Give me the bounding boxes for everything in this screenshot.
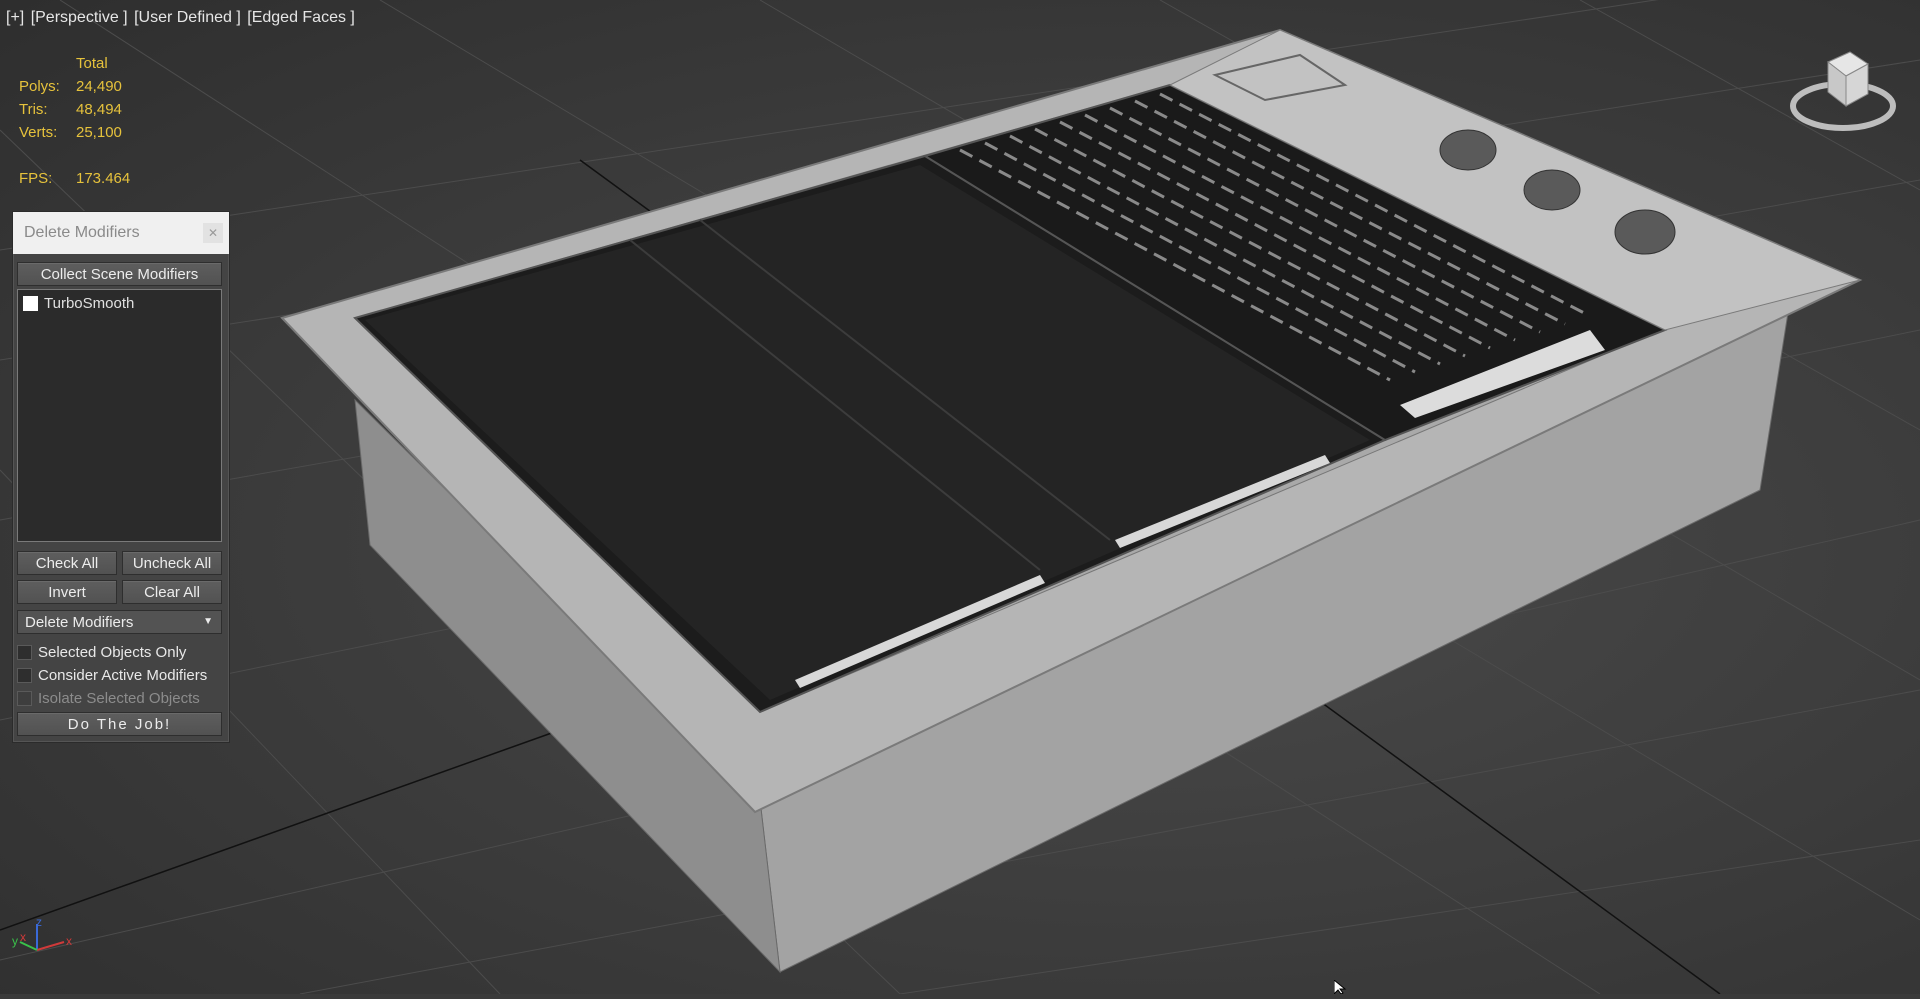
panel-titlebar[interactable]: Delete Modifiers ✕ xyxy=(13,212,229,254)
checkbox-label: Consider Active Modifiers xyxy=(38,667,208,684)
action-dropdown[interactable]: Delete Modifiers ▼ xyxy=(17,610,222,634)
scene-render[interactable] xyxy=(0,0,1920,994)
consider-active-modifiers-checkbox[interactable]: Consider Active Modifiers xyxy=(17,667,207,684)
axis-x-label: x xyxy=(20,930,26,944)
delete-modifiers-panel: Delete Modifiers ✕ Collect Scene Modifie… xyxy=(12,211,230,743)
stats-fps-label: FPS: xyxy=(19,170,53,187)
invert-button[interactable]: Invert xyxy=(17,580,117,604)
mouse-cursor-icon xyxy=(1333,978,1348,999)
collect-scene-modifiers-button[interactable]: Collect Scene Modifiers xyxy=(17,262,222,286)
checkbox-label: Selected Objects Only xyxy=(38,644,187,661)
viewport-shading-menu[interactable]: [User Defined ] xyxy=(134,9,241,26)
checkbox-box[interactable] xyxy=(17,645,32,660)
action-dropdown-value: Delete Modifiers xyxy=(25,613,134,631)
selected-objects-only-checkbox[interactable]: Selected Objects Only xyxy=(17,644,186,661)
checkbox-box xyxy=(17,691,32,706)
modifier-label: TurboSmooth xyxy=(44,294,135,312)
axis-y-label: y xyxy=(12,934,18,948)
viewport-edged-faces-menu[interactable]: [Edged Faces ] xyxy=(247,9,355,26)
axis-x-label-right: x xyxy=(66,934,72,948)
list-item[interactable]: TurboSmooth xyxy=(18,292,221,314)
viewport-label-menu[interactable]: [+] [Perspective ] [User Defined ] [Edge… xyxy=(6,9,357,27)
axis-z-label: z xyxy=(36,915,42,929)
modifier-checkbox[interactable] xyxy=(23,295,38,311)
stats-tris-value: 48,494 xyxy=(76,101,122,118)
checkbox-box[interactable] xyxy=(17,668,32,683)
stats-polys-label: Polys: xyxy=(19,78,60,95)
stats-header: Total xyxy=(76,55,108,72)
panel-title: Delete Modifiers xyxy=(24,224,140,241)
stats-verts-value: 25,100 xyxy=(76,124,122,141)
viewport-view-menu[interactable]: [Perspective ] xyxy=(31,9,128,26)
isolate-selected-objects-checkbox: Isolate Selected Objects xyxy=(17,690,200,707)
do-the-job-button[interactable]: Do The Job! xyxy=(17,712,222,736)
viewport-plus-menu[interactable]: [+] xyxy=(6,9,24,26)
stats-tris-label: Tris: xyxy=(19,101,48,118)
axis-gizmo xyxy=(19,924,65,951)
close-icon[interactable]: ✕ xyxy=(203,223,223,243)
3d-viewport[interactable]: [+] [Perspective ] [User Defined ] [Edge… xyxy=(0,0,1920,996)
stats-polys-value: 24,490 xyxy=(76,78,122,95)
clear-all-button[interactable]: Clear All xyxy=(122,580,222,604)
stats-fps-value: 173.464 xyxy=(76,170,131,187)
uncheck-all-button[interactable]: Uncheck All xyxy=(122,551,222,575)
stats-verts-label: Verts: xyxy=(19,124,58,141)
chevron-down-icon: ▼ xyxy=(203,616,213,627)
checkbox-label: Isolate Selected Objects xyxy=(38,690,200,707)
modifier-list[interactable]: TurboSmooth xyxy=(17,289,222,542)
viewcube-icon[interactable] xyxy=(1788,44,1898,136)
statistics-overlay: Total Polys: 24,490 Tris: 48,494 Verts: 25,… xyxy=(19,52,130,190)
check-all-button[interactable]: Check All xyxy=(17,551,117,575)
